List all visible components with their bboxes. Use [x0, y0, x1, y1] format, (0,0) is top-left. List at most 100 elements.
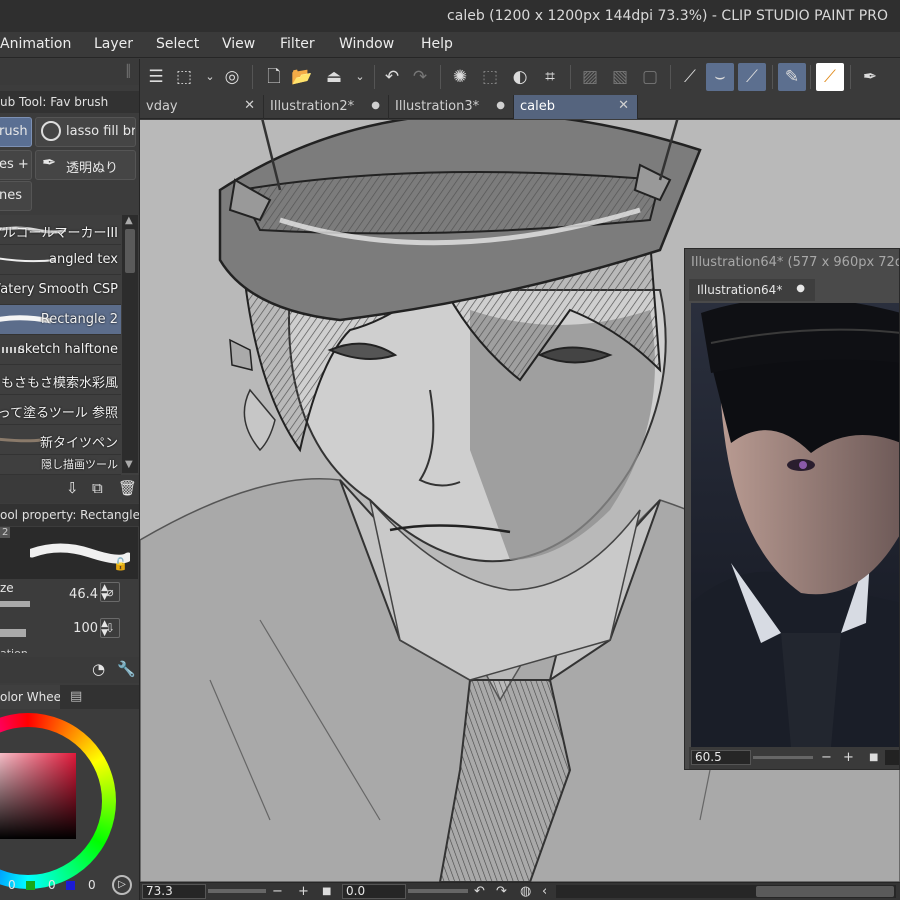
- subtool-group-brush[interactable]: rush: [0, 117, 32, 147]
- green-value[interactable]: 0: [48, 878, 56, 892]
- open-icon[interactable]: 📂: [288, 63, 316, 91]
- tab-illustration64[interactable]: Illustration64* ●: [689, 279, 815, 301]
- tab-color-wheel[interactable]: olor Wheel: [0, 685, 60, 709]
- menu-view[interactable]: View: [222, 36, 255, 52]
- opacity-value[interactable]: 100: [73, 621, 98, 636]
- new-file-icon[interactable]: 🗋: [260, 63, 288, 91]
- import-icon[interactable]: ⇩: [66, 479, 79, 497]
- subwindow-zoom-field[interactable]: 60.5: [691, 750, 751, 765]
- close-icon[interactable]: ✕: [244, 98, 255, 113]
- menu-icon[interactable]: ☰: [142, 63, 170, 91]
- zoom-field[interactable]: 73.3: [142, 884, 206, 899]
- tab-label: Illustration2*: [270, 99, 355, 114]
- wrench-icon[interactable]: 🔧: [117, 660, 136, 678]
- rotate-right-icon[interactable]: ↷: [496, 883, 507, 900]
- scroll-left-icon[interactable]: ‹: [542, 883, 547, 900]
- undo-icon[interactable]: ↶: [378, 63, 406, 91]
- saturation-square[interactable]: [0, 753, 76, 839]
- subwindow-zoom-slider[interactable]: [753, 756, 813, 759]
- close-icon[interactable]: ✕: [618, 98, 629, 113]
- gauge-icon[interactable]: ◔: [92, 660, 105, 678]
- trash-icon[interactable]: 🗑: [118, 479, 137, 497]
- brush-item[interactable]: もさもさ模索水彩風: [0, 365, 121, 395]
- stop-icon[interactable]: ■: [869, 749, 878, 766]
- snap-icon[interactable]: ▢: [636, 63, 664, 91]
- brush-item[interactable]: angled tex: [0, 245, 121, 275]
- tab-illustration3[interactable]: Illustration3* ●: [389, 95, 514, 119]
- pen-icon[interactable]: ✒: [856, 63, 884, 91]
- brush-item[interactable]: 隠し描画ツール: [0, 455, 121, 475]
- scroll-thumb[interactable]: [125, 229, 135, 273]
- tab-illustration2[interactable]: Illustration2* ●: [264, 95, 389, 119]
- scroll-thumb[interactable]: [756, 886, 894, 897]
- zoom-in-icon[interactable]: +: [298, 883, 309, 900]
- brush-item-selected[interactable]: Rectangle 2: [0, 305, 121, 335]
- brush-item[interactable]: 新タイツペン: [0, 425, 121, 455]
- spiral-icon[interactable]: ◎: [218, 63, 246, 91]
- horizontal-scrollbar[interactable]: [556, 885, 896, 898]
- brush-item[interactable]: わって塗るツール 参照: [0, 395, 121, 425]
- download-icon[interactable]: ⇩: [100, 618, 120, 638]
- color-mode-icon[interactable]: ▷: [112, 875, 132, 895]
- angle-field[interactable]: 0.0: [342, 884, 406, 899]
- reset-rotation-icon[interactable]: ◍: [520, 883, 531, 900]
- subtool-group-transparent-paint[interactable]: ✒ 透明ぬり: [35, 150, 136, 180]
- subtool-group-lasso-fill[interactable]: lasso fill bru: [35, 117, 136, 147]
- loading-icon[interactable]: ✺: [446, 63, 474, 91]
- brush-size-value[interactable]: 46.4: [69, 587, 98, 602]
- red-value[interactable]: 0: [8, 878, 16, 892]
- menu-help[interactable]: Help: [421, 36, 453, 52]
- redo-icon[interactable]: ↷: [406, 63, 434, 91]
- menu-filter[interactable]: Filter: [280, 36, 315, 52]
- line-snap-icon[interactable]: ⟋: [738, 63, 766, 91]
- fill-icon[interactable]: ◐: [506, 63, 534, 91]
- pen-active-icon[interactable]: ✎: [778, 63, 806, 91]
- zoom-out-icon[interactable]: −: [272, 883, 283, 900]
- chevron-down-icon[interactable]: ⌄: [346, 63, 374, 91]
- modified-dot-icon[interactable]: ●: [796, 283, 805, 294]
- menu-window[interactable]: Window: [339, 36, 394, 52]
- menu-select[interactable]: Select: [156, 36, 199, 52]
- subtool-group-nes[interactable]: nes: [0, 181, 32, 211]
- rotate-left-icon[interactable]: ↶: [474, 883, 485, 900]
- scroll-up-icon[interactable]: ▲: [125, 215, 133, 226]
- stop-icon[interactable]: ■: [322, 883, 331, 900]
- brush-snap-icon[interactable]: ⌣: [706, 63, 734, 91]
- ruler-icon[interactable]: ▧: [606, 63, 634, 91]
- zoom-out-icon[interactable]: −: [821, 749, 832, 766]
- scroll-down-icon[interactable]: ▼: [125, 459, 133, 470]
- reference-subwindow[interactable]: Illustration64* (577 x 960px 72d Illustr…: [684, 248, 900, 770]
- separator: [850, 65, 851, 89]
- modified-dot-icon[interactable]: ●: [371, 100, 380, 111]
- brush-item[interactable]: アルコールマーカーIII: [0, 215, 121, 245]
- zoom-in-icon[interactable]: +: [843, 749, 854, 766]
- subtool-group-es-h[interactable]: es + h: [0, 150, 32, 180]
- brush-item[interactable]: sketch halftone: [0, 335, 121, 365]
- zoom-slider[interactable]: [208, 889, 266, 893]
- tab-vday[interactable]: vday ✕: [140, 95, 264, 119]
- pressure-icon[interactable]: ⌀: [100, 582, 120, 602]
- duplicate-icon[interactable]: ⧉: [92, 479, 103, 497]
- separator: [670, 65, 671, 89]
- tool-icon[interactable]: ⬚: [170, 63, 198, 91]
- menu-animation[interactable]: Animation: [0, 36, 71, 52]
- brush-size-slider[interactable]: [0, 601, 30, 607]
- color-history-icon[interactable]: ▤: [70, 689, 82, 704]
- modified-dot-icon[interactable]: ●: [496, 100, 505, 111]
- pen-snap-icon[interactable]: ⟋: [676, 63, 704, 91]
- grip-icon[interactable]: ║: [125, 64, 132, 78]
- graph-icon[interactable]: ⟋: [816, 63, 844, 91]
- brush-list-scrollbar[interactable]: ▲ ▼: [122, 215, 138, 473]
- angle-slider[interactable]: [408, 889, 468, 893]
- lock-icon[interactable]: 🔓: [113, 557, 128, 571]
- opacity-slider[interactable]: [0, 629, 26, 637]
- crop-icon[interactable]: ⌗: [536, 63, 564, 91]
- brush-item[interactable]: Watery Smooth CSP: [0, 275, 121, 305]
- tab-caleb[interactable]: caleb ✕: [514, 95, 638, 119]
- grid-icon[interactable]: ▨: [576, 63, 604, 91]
- menu-layer[interactable]: Layer: [94, 36, 133, 52]
- save-icon[interactable]: ⏏: [320, 63, 348, 91]
- angle-field[interactable]: [885, 750, 899, 765]
- blue-value[interactable]: 0: [88, 878, 96, 892]
- transform-icon[interactable]: ⬚: [476, 63, 504, 91]
